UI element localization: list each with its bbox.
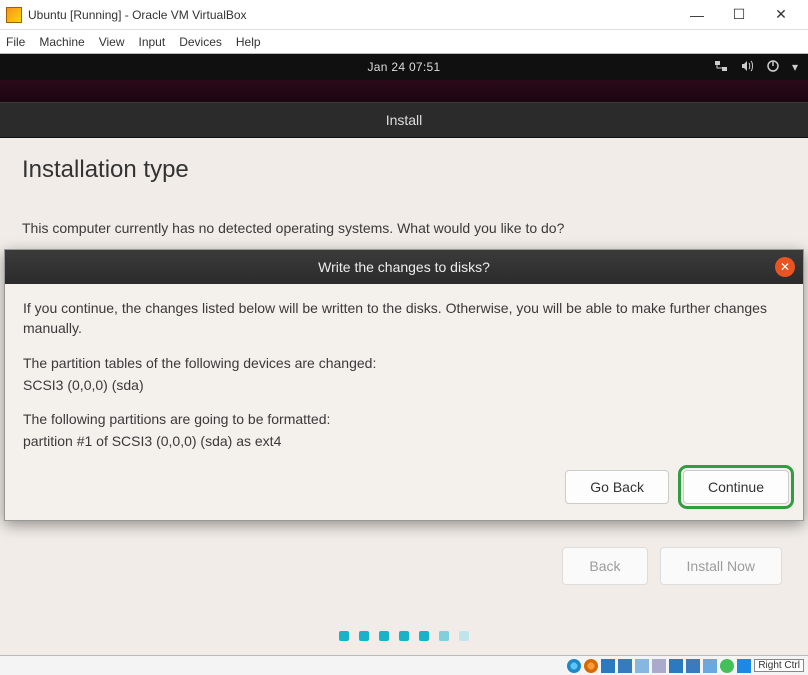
dialog-device-line: SCSI3 (0,0,0) (sda) [23,375,785,395]
write-changes-dialog: Write the changes to disks? ✕ If you con… [4,249,804,521]
volume-icon[interactable] [740,59,754,76]
step-dot-6 [439,631,449,641]
virtualbox-titlebar: Ubuntu [Running] - Oracle VM VirtualBox … [0,0,808,30]
menu-machine[interactable]: Machine [39,35,84,49]
dialog-title: Write the changes to disks? [318,259,490,275]
virtualbox-menubar: File Machine View Input Devices Help [0,30,808,54]
step-dot-2 [359,631,369,641]
minimize-button[interactable]: — [676,1,718,29]
network-status-icon[interactable] [601,659,615,673]
install-now-button[interactable]: Install Now [660,547,782,585]
dialog-overlay: Write the changes to disks? ✕ If you con… [0,249,808,521]
progress-dots [339,631,469,641]
ubuntu-top-panel: Jan 24 07:51 ▾ [0,54,808,80]
usb-icon[interactable] [618,659,632,673]
shared-folder-icon[interactable] [635,659,649,673]
dialog-titlebar[interactable]: Write the changes to disks? ✕ [5,250,803,284]
step-dot-3 [379,631,389,641]
step-dot-5 [419,631,429,641]
clock[interactable]: Jan 24 07:51 [368,60,441,74]
guest-display: Jan 24 07:51 ▾ Install Installation type… [0,54,808,655]
continue-button[interactable]: Continue [683,470,789,504]
back-button[interactable]: Back [562,547,647,585]
installer-header: Install [0,102,808,138]
step-dot-7 [459,631,469,641]
menu-view[interactable]: View [99,35,125,49]
power-icon[interactable] [766,59,780,76]
host-key-indicator[interactable]: Right Ctrl [754,659,804,672]
page-title: Installation type [22,156,786,184]
menu-file[interactable]: File [6,35,25,49]
recording-icon[interactable] [686,659,700,673]
menu-devices[interactable]: Devices [179,35,222,49]
menu-input[interactable]: Input [139,35,166,49]
mouse-integration-icon[interactable] [737,659,751,673]
network-icon[interactable] [714,59,728,76]
menu-help[interactable]: Help [236,35,261,49]
installation-question: This computer currently has no detected … [22,220,786,236]
step-dot-1 [339,631,349,641]
dialog-body: If you continue, the changes listed belo… [5,284,803,470]
step-dot-4 [399,631,409,641]
window-title: Ubuntu [Running] - Oracle VM VirtualBox [28,8,676,22]
dialog-changed-heading: The partition tables of the following de… [23,353,785,373]
dialog-format-heading: The following partitions are going to be… [23,409,785,429]
hard-disk-icon[interactable] [584,659,598,673]
dialog-intro-text: If you continue, the changes listed belo… [23,298,785,339]
menu-arrow-icon[interactable]: ▾ [792,60,798,74]
display-icon[interactable] [669,659,683,673]
virtualbox-status-bar: Right Ctrl [0,655,808,675]
system-indicators[interactable]: ▾ [714,54,798,80]
optical-disk-icon[interactable] [567,659,581,673]
window-shadow-strip [0,80,808,102]
close-button[interactable]: ✕ [760,1,802,29]
maximize-button[interactable]: ☐ [718,1,760,29]
cpu-icon[interactable] [720,659,734,673]
audio-icon[interactable] [652,659,666,673]
installer-header-label: Install [386,112,423,128]
dialog-partition-line: partition #1 of SCSI3 (0,0,0) (sda) as e… [23,431,785,451]
dialog-close-button[interactable]: ✕ [775,257,795,277]
close-icon: ✕ [780,260,790,274]
go-back-button[interactable]: Go Back [565,470,669,504]
virtualbox-app-icon [6,7,22,23]
clipboard-icon[interactable] [703,659,717,673]
